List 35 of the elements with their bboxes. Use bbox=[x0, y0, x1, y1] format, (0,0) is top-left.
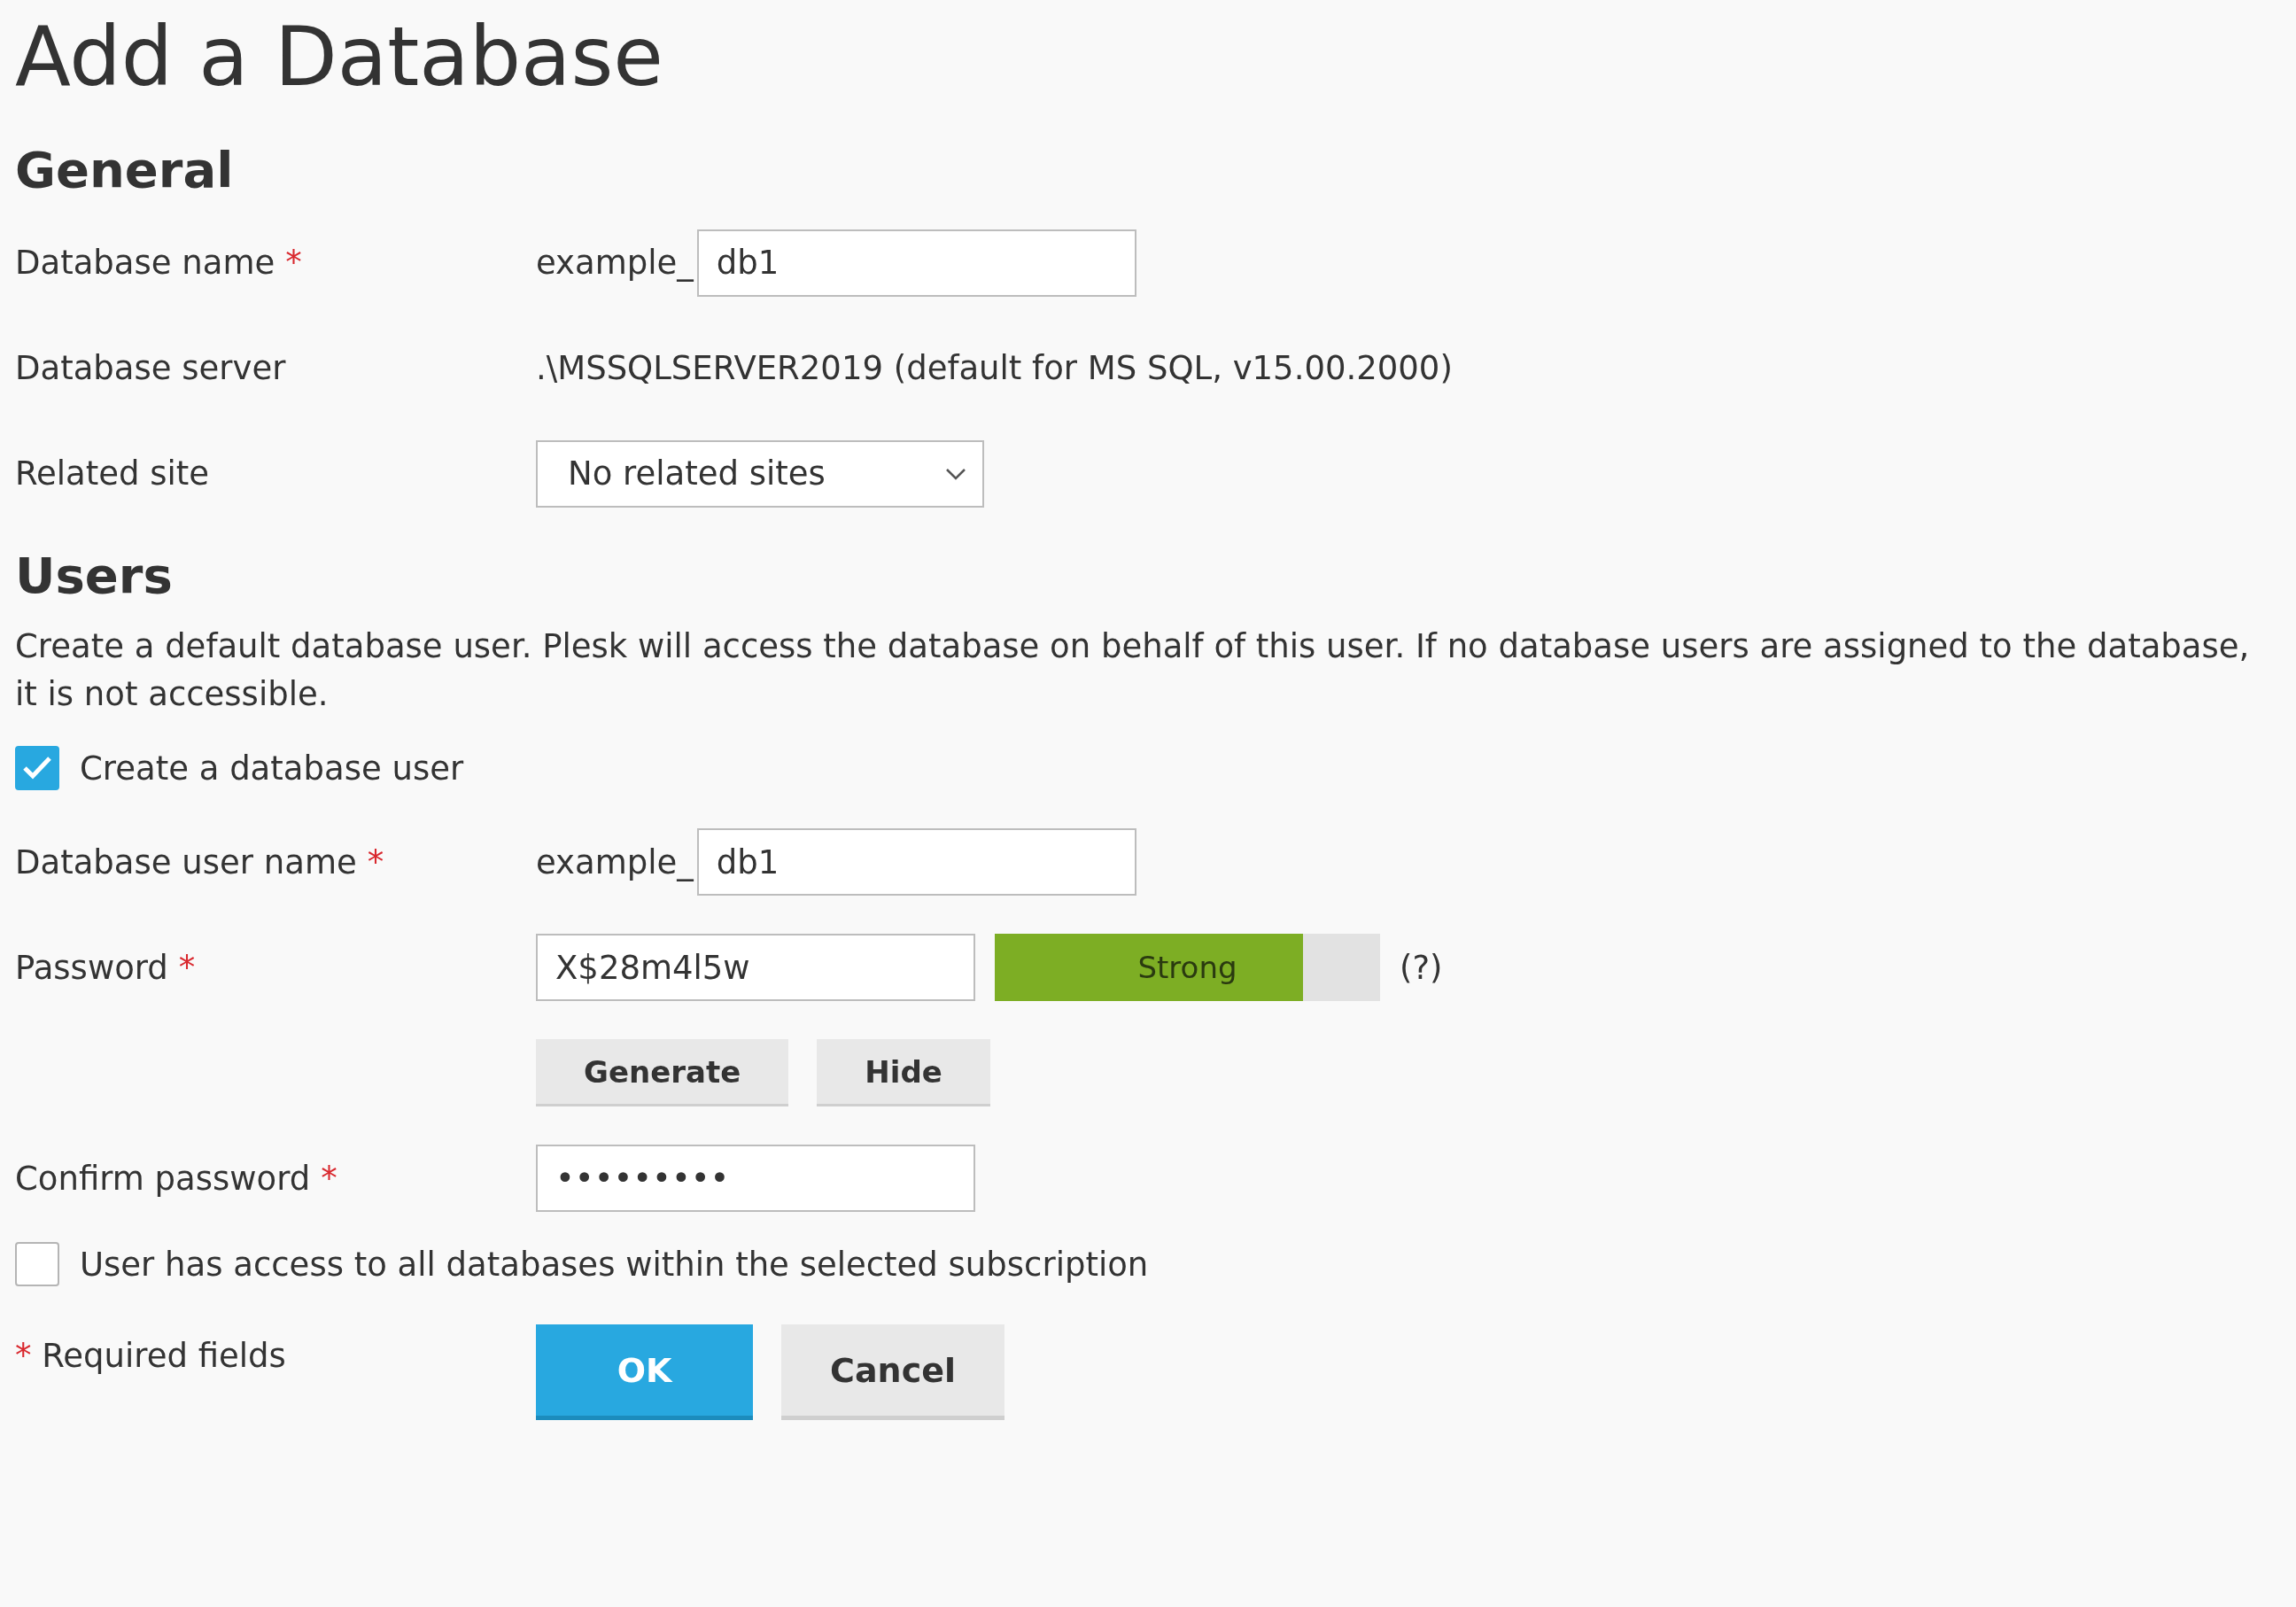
required-mark: * bbox=[285, 244, 302, 283]
required-mark: * bbox=[178, 948, 196, 987]
checkbox[interactable] bbox=[15, 746, 59, 791]
page-title: Add a Database bbox=[15, 11, 663, 105]
required-mark: * bbox=[15, 1337, 32, 1376]
input-prefix: example_ bbox=[536, 244, 694, 283]
chevron-down-icon bbox=[945, 468, 966, 480]
description-text: Create a default database user. Plesk will access the database on behalf of this user. If no database users are assigned to the database, it is not accessible. bbox=[15, 626, 2251, 716]
field-label: Database user name bbox=[15, 842, 357, 881]
field-value: .\MSSQLSERVER2019 (default for MS SQL, v15.00.2000) bbox=[536, 349, 1453, 388]
field-label: Database name bbox=[15, 244, 275, 283]
checkbox-label: User has access to all databases within the selected subscription bbox=[80, 1245, 1149, 1284]
generate-button[interactable]: Generate bbox=[536, 1039, 789, 1107]
checkbox[interactable] bbox=[15, 1242, 59, 1287]
field-label: Password bbox=[15, 948, 168, 987]
text-field[interactable]: db1 bbox=[696, 229, 1136, 297]
dropdown[interactable]: No related sites bbox=[536, 440, 984, 508]
help-link[interactable]: (?) bbox=[1400, 948, 1443, 987]
password-field[interactable]: X$28m4l5w bbox=[536, 934, 975, 1002]
checkbox-label: Create a database user bbox=[80, 749, 464, 788]
section-heading: General bbox=[15, 139, 234, 199]
required-note: Required fields bbox=[42, 1337, 286, 1376]
text-field[interactable]: db1 bbox=[696, 828, 1136, 897]
checkmark-icon bbox=[22, 756, 52, 781]
input-prefix: example_ bbox=[536, 842, 694, 881]
required-mark: * bbox=[321, 1159, 337, 1198]
cancel-button[interactable]: Cancel bbox=[781, 1324, 1004, 1421]
section-heading: Users bbox=[15, 546, 173, 606]
password-field[interactable]: ••••••••• bbox=[536, 1145, 975, 1213]
field-label: Related site bbox=[15, 454, 210, 493]
field-label: Database server bbox=[15, 349, 286, 388]
strength-label: Strong bbox=[1137, 950, 1237, 986]
required-mark: * bbox=[367, 842, 384, 881]
field-label: Confirm password bbox=[15, 1159, 311, 1198]
hide-button[interactable]: Hide bbox=[817, 1039, 990, 1107]
